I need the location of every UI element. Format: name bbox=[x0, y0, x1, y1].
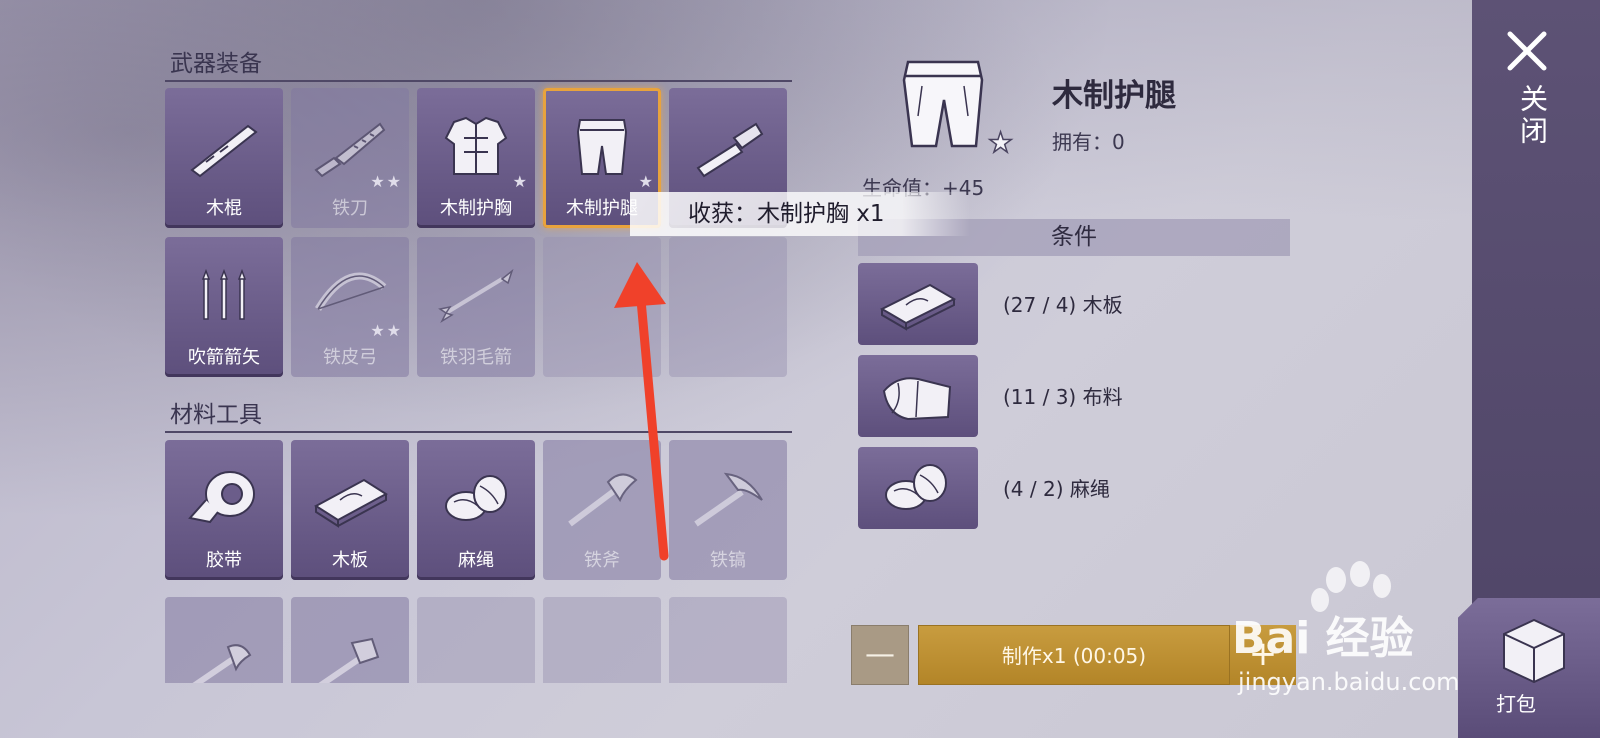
section-title-weapons: 武器装备 bbox=[170, 51, 262, 77]
item-slot-iron-axe[interactable]: 铁斧 bbox=[543, 440, 661, 580]
axe-icon bbox=[568, 473, 638, 527]
materials-grid: 胶带 木板 麻绳 铁斧 铁镐 bbox=[165, 440, 787, 580]
item-slot-stick[interactable]: 木棍 bbox=[165, 88, 283, 228]
empty-slot bbox=[669, 237, 787, 377]
watermark-brand: Bai 经验 bbox=[1232, 613, 1414, 664]
item-slot-darts[interactable]: 吹箭箭矢 bbox=[165, 237, 283, 377]
craft-button[interactable]: 制作x1 (00:05) bbox=[918, 625, 1230, 685]
condition-text: (11 / 3) 布料 bbox=[1003, 385, 1123, 409]
plank-icon bbox=[879, 283, 957, 331]
rope-icon bbox=[445, 475, 507, 521]
item-label: 铁斧 bbox=[584, 550, 620, 571]
rope-icon bbox=[885, 464, 947, 510]
item-slot-hatchet[interactable] bbox=[165, 597, 283, 683]
item-slot-iron-knife[interactable]: ★★ 铁刀 bbox=[291, 88, 409, 228]
item-slot-wooden-chest[interactable]: ★ 木制护胸 bbox=[417, 88, 535, 228]
leg-armor-icon bbox=[902, 60, 984, 148]
item-slot-iron-bow[interactable]: ★★ 铁皮弓 bbox=[291, 237, 409, 377]
owned-count: 拥有：0 bbox=[1052, 130, 1125, 154]
item-slot-tape[interactable]: 胶带 bbox=[165, 440, 283, 580]
tape-icon bbox=[188, 471, 255, 524]
leg-armor-icon bbox=[576, 119, 628, 175]
watermark-url: jingyan.baidu.com bbox=[1238, 668, 1460, 696]
hatchet-icon bbox=[192, 644, 252, 683]
condition-icon-box bbox=[858, 263, 978, 345]
rarity-stars: ★★ bbox=[370, 172, 403, 191]
condition-row: (4 / 2) 麻绳 bbox=[858, 447, 1290, 529]
empty-slot bbox=[417, 597, 535, 683]
item-slot-iron-pickaxe[interactable]: 铁镐 bbox=[669, 440, 787, 580]
item-name: 木制护腿 bbox=[1052, 78, 1176, 114]
section-divider bbox=[165, 431, 792, 433]
item-label: 麻绳 bbox=[458, 550, 494, 571]
condition-row: (11 / 3) 布料 bbox=[858, 355, 1290, 437]
pickaxe-icon bbox=[694, 472, 763, 527]
item-slot-rope[interactable]: 麻绳 bbox=[417, 440, 535, 580]
empty-slot bbox=[543, 237, 661, 377]
item-label: 胶带 bbox=[206, 550, 242, 571]
hammer-icon bbox=[318, 637, 380, 683]
item-label: 木板 bbox=[332, 550, 368, 571]
pack-button[interactable] bbox=[1458, 598, 1600, 738]
stick-icon bbox=[190, 124, 258, 178]
section-divider bbox=[165, 80, 792, 82]
condition-row: (27 / 4) 木板 bbox=[858, 263, 1290, 345]
arrow-icon bbox=[438, 268, 514, 323]
rarity-stars: ★★ bbox=[370, 321, 403, 340]
plank-icon bbox=[314, 478, 388, 528]
close-button[interactable]: 关闭 bbox=[1490, 22, 1570, 152]
box-icon bbox=[1503, 618, 1565, 684]
star-icon: ★ bbox=[987, 125, 1014, 160]
condition-icon-box bbox=[858, 355, 978, 437]
item-slot-iron-arrow[interactable]: 铁羽毛箭 bbox=[417, 237, 535, 377]
item-label: 铁镐 bbox=[710, 550, 746, 571]
harvest-toast: 收获：木制护胸 x1 bbox=[630, 192, 970, 236]
rarity-stars: ★ bbox=[638, 172, 655, 191]
item-label: 吹箭箭矢 bbox=[188, 347, 260, 368]
materials-grid-row2 bbox=[165, 597, 792, 683]
empty-slot bbox=[669, 597, 787, 683]
item-label: 铁刀 bbox=[332, 198, 368, 219]
item-label: 铁羽毛箭 bbox=[440, 347, 512, 368]
condition-text: (4 / 2) 麻绳 bbox=[1003, 477, 1110, 501]
item-label: 铁皮弓 bbox=[323, 347, 377, 368]
decrease-button[interactable]: — bbox=[851, 625, 909, 685]
cloth-icon bbox=[882, 377, 952, 421]
close-label: 关闭 bbox=[1516, 84, 1549, 148]
item-slot-plank[interactable]: 木板 bbox=[291, 440, 409, 580]
condition-text: (27 / 4) 木板 bbox=[1003, 293, 1123, 317]
empty-slot bbox=[543, 597, 661, 683]
rarity-stars: ★ bbox=[512, 172, 529, 191]
condition-icon-box bbox=[858, 447, 978, 529]
section-title-materials: 材料工具 bbox=[170, 402, 262, 428]
close-icon bbox=[1507, 31, 1547, 71]
pack-label: 打包 bbox=[1496, 692, 1536, 716]
chest-armor-icon bbox=[444, 116, 508, 175]
darts-icon bbox=[201, 268, 247, 320]
item-label: 木制护胸 bbox=[440, 198, 512, 219]
item-slot-hammer[interactable] bbox=[291, 597, 409, 683]
club-icon bbox=[696, 122, 764, 178]
item-label: 木棍 bbox=[206, 198, 242, 219]
